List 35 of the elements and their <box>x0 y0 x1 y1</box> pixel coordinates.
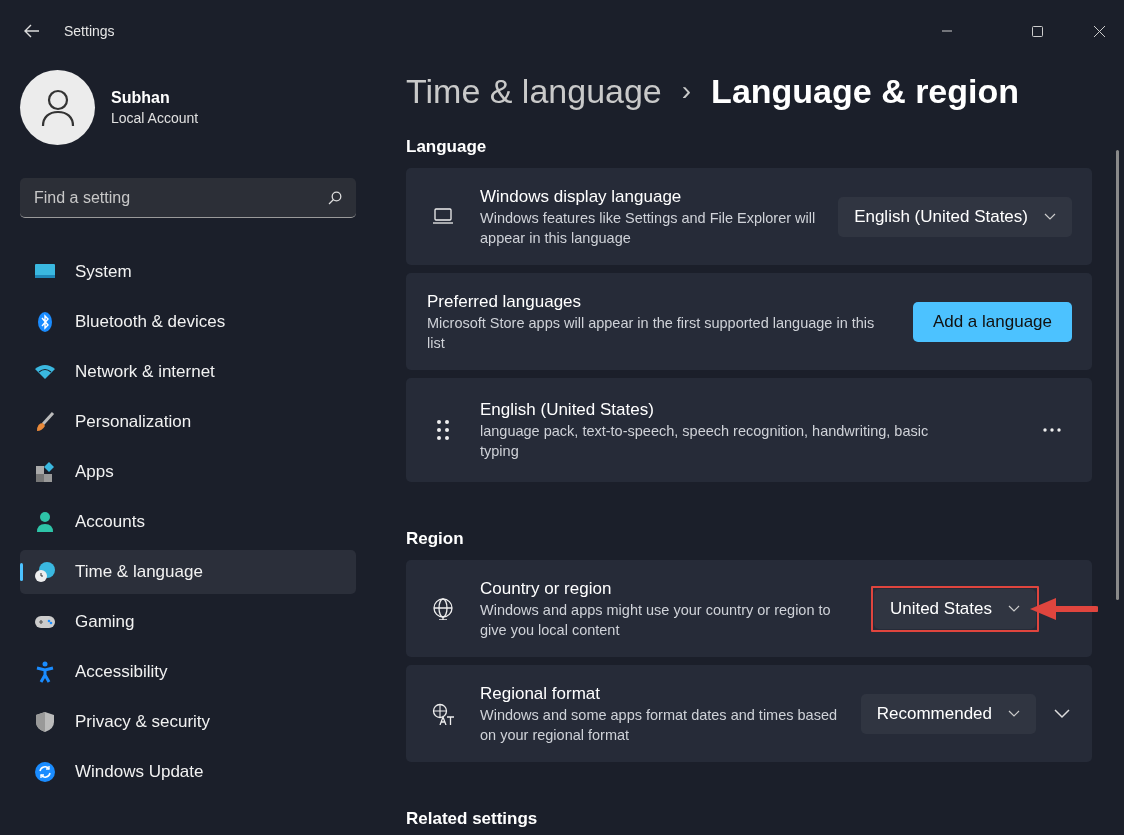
setting-description: Windows and apps might use your country or region to give you local content <box>480 600 832 640</box>
window-title: Settings <box>64 21 115 41</box>
sidebar-item[interactable]: Accounts <box>20 500 356 544</box>
setting-description: Windows and some apps format dates and times based on your regional format <box>480 705 839 745</box>
breadcrumb-parent[interactable]: Time & language <box>406 71 662 111</box>
setting-title: English (United States) <box>480 399 655 421</box>
setting-title: Regional format <box>480 682 601 705</box>
add-language-button[interactable]: Add a language <box>912 301 1072 342</box>
sidebar-item[interactable]: Privacy & security <box>20 700 356 744</box>
dropdown[interactable]: English (United States) <box>838 196 1072 237</box>
section-heading: Related settings <box>406 808 539 828</box>
section-heading: Region <box>406 528 465 548</box>
dropdown[interactable]: United States <box>873 588 1036 629</box>
sidebar-item[interactable]: Time & language <box>20 550 356 594</box>
account-type: Local Account <box>111 108 199 128</box>
sidebar-item[interactable]: Windows Update <box>20 750 356 794</box>
setting-title: Preferred languages <box>427 290 583 313</box>
account-name: Subhan <box>111 87 171 108</box>
setting-title: Country or region <box>480 577 613 600</box>
sidebar-item[interactable]: Bluetooth & devices <box>20 300 356 344</box>
breadcrumb-separator: › <box>681 74 692 108</box>
sidebar-item[interactable]: Gaming <box>20 600 356 644</box>
setting-description: Windows features like Settings and File Explorer will appear in this language <box>480 208 817 248</box>
page-title: Language & region <box>711 71 1020 111</box>
dropdown[interactable]: Recommended <box>860 693 1036 734</box>
section-heading: Language <box>406 136 488 156</box>
sidebar-item[interactable]: System <box>20 250 356 294</box>
setting-description: language pack, text-to-speech, speech recognition, handwriting, basic typing <box>480 422 930 461</box>
sidebar-item[interactable]: Apps <box>20 450 356 494</box>
search-field[interactable]: Find a setting <box>20 178 356 218</box>
sidebar-item[interactable]: Personalization <box>20 400 356 444</box>
setting-title: Windows display language <box>480 185 683 208</box>
sidebar-item[interactable]: Accessibility <box>20 650 356 694</box>
sidebar-item[interactable]: Network & internet <box>20 350 356 394</box>
setting-description: Microsoft Store apps will appear in the first supported language in this list <box>427 313 876 353</box>
